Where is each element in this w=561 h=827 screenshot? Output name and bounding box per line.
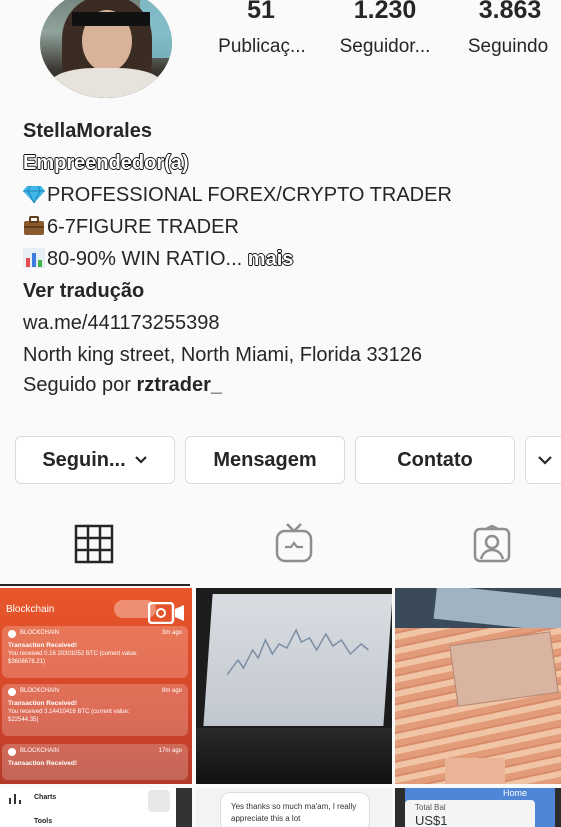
post-tile-cash[interactable] — [395, 588, 561, 784]
bio-line-3-text: 80-90% WIN RATIO... — [47, 248, 243, 270]
suggestions-button[interactable] — [525, 436, 561, 484]
laptop-keyboard — [196, 728, 392, 784]
contact-button-label: Contato — [397, 448, 473, 471]
posts-count[interactable]: 51 — [236, 0, 286, 25]
wallet-screen: Home Total Bal US$1 — [405, 788, 555, 827]
category-label: Empreendedor(a) — [22, 151, 189, 174]
bio-line-1-text: PROFESSIONAL FOREX/CRYPTO TRADER — [47, 184, 452, 206]
post-tile-chat[interactable]: Yes thanks so much ma'am, I really appre… — [196, 788, 392, 827]
laptop-screen — [203, 594, 392, 726]
hand-stack — [433, 588, 561, 634]
fifty-note-corner — [445, 758, 505, 784]
igtv-icon[interactable] — [274, 520, 314, 564]
translate-link[interactable]: Ver tradução — [23, 280, 144, 303]
following-count[interactable]: 3.863 — [460, 0, 560, 25]
bio-line-1: PROFESSIONAL FOREX/CRYPTO TRADER — [23, 184, 452, 207]
bio-line-2-text: 6-7FIGURE TRADER — [47, 216, 239, 238]
posts-label[interactable]: Publicaç... — [206, 36, 318, 58]
following-button[interactable]: Seguin... — [15, 436, 175, 484]
contact-button[interactable]: Contato — [355, 436, 515, 484]
bio-line-3: 80-90% WIN RATIO... mais — [23, 247, 294, 271]
menu-tools-label: Tools — [34, 818, 53, 825]
wallet-home-label: Home — [503, 788, 528, 798]
tagged-icon[interactable] — [472, 524, 512, 564]
address-text[interactable]: North king street, North Miami, Florida … — [23, 344, 422, 367]
post-tile-blockchain[interactable]: Blockchain BLOCKCHAIN 3m ago Transaction… — [0, 588, 192, 784]
briefcase-icon — [24, 216, 44, 235]
chart-bars-icon — [9, 794, 21, 804]
notification-card: BLOCKCHAIN 8m ago Transaction Received! … — [2, 684, 188, 736]
message-button[interactable]: Mensagem — [185, 436, 345, 484]
grid-icon[interactable] — [74, 524, 114, 564]
message-button-label: Mensagem — [213, 448, 317, 471]
following-label[interactable]: Seguindo — [456, 36, 560, 58]
gem-icon — [23, 185, 45, 204]
followed-by-prefix: Seguido por — [23, 374, 131, 396]
more-link[interactable]: mais — [247, 247, 294, 270]
phone-edge — [176, 788, 192, 827]
followed-by[interactable]: Seguido por rztrader_ — [23, 374, 222, 397]
username: StellaMorales — [23, 120, 152, 142]
price-chart-icon — [226, 628, 370, 676]
multi-photo-icon — [148, 790, 170, 812]
followers-label[interactable]: Seguidor... — [328, 36, 442, 58]
video-icon — [148, 602, 184, 624]
following-button-label: Seguin... — [42, 448, 126, 471]
post-tile-menu[interactable]: Charts Tools — [0, 788, 192, 827]
wallet-card: Total Bal US$1 — [405, 800, 535, 827]
blockchain-app-name: Blockchain — [6, 604, 55, 615]
notification-card: BLOCKCHAIN 17m ago Transaction Received! — [2, 744, 188, 780]
post-tile-laptop-chart[interactable] — [196, 588, 392, 784]
post-tile-wallet[interactable]: Home Total Bal US$1 — [395, 788, 561, 827]
chevron-down-icon — [538, 456, 552, 465]
website-link[interactable]: wa.me/441173255398 — [23, 312, 219, 335]
notification-card: BLOCKCHAIN 3m ago Transaction Received! … — [2, 626, 188, 678]
bar-chart-icon — [23, 248, 45, 268]
followers-count[interactable]: 1.230 — [335, 0, 435, 25]
menu-charts-label: Charts — [34, 794, 57, 801]
bio-line-2: 6-7FIGURE TRADER — [23, 216, 239, 239]
chevron-down-icon — [134, 456, 147, 464]
active-tab-indicator — [0, 584, 190, 586]
profile-avatar[interactable] — [40, 0, 172, 98]
followed-by-user[interactable]: rztrader_ — [136, 374, 222, 396]
chat-bubble-text: Yes thanks so much ma'am, I really appre… — [220, 792, 370, 827]
